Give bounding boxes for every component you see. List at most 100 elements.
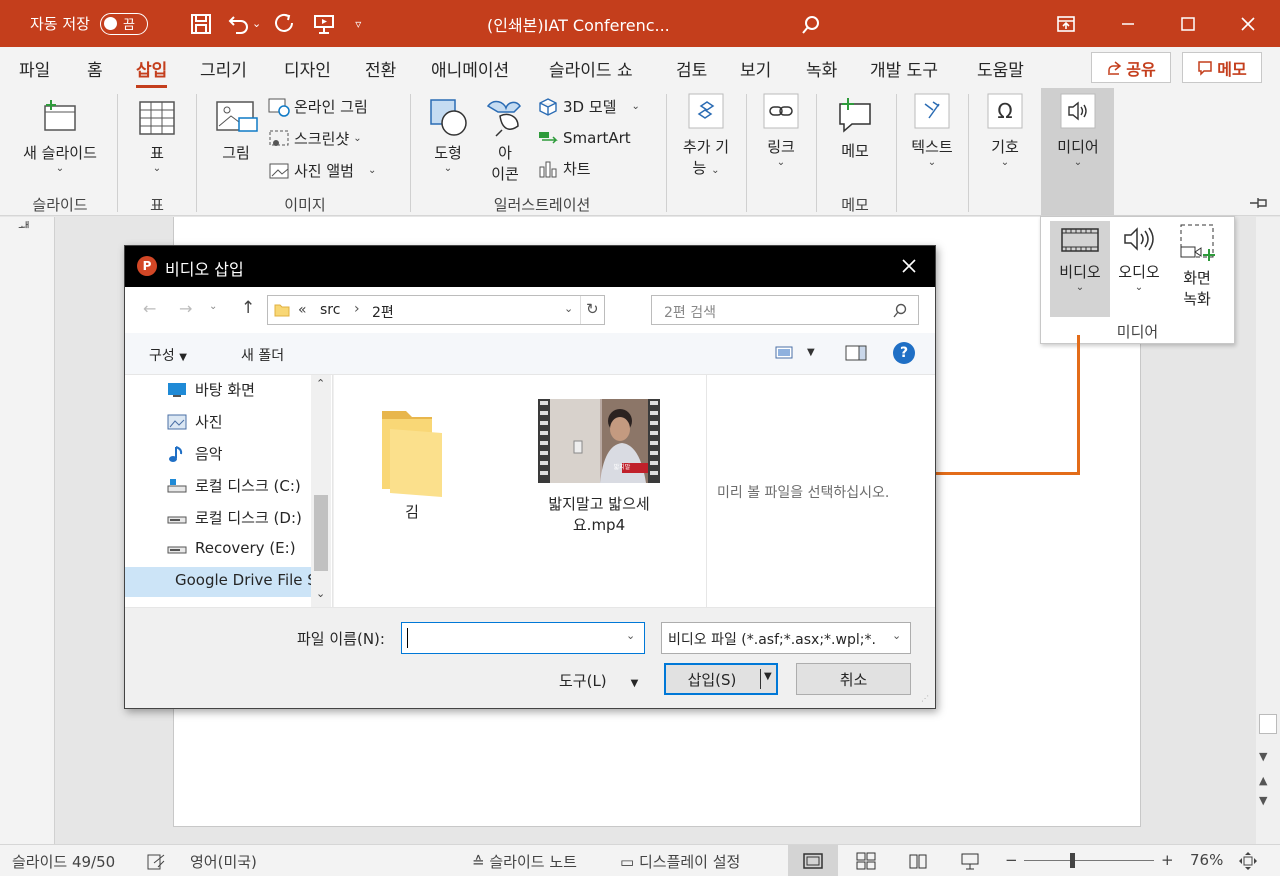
screenshot-button[interactable]: 스크린샷 ⌄ [268, 128, 362, 149]
zoom-level[interactable]: 76% [1190, 851, 1223, 869]
nav-scroll-down-icon[interactable]: ⌄ [316, 587, 325, 600]
zoom-in-icon[interactable]: + [1161, 851, 1174, 869]
video-file-item[interactable]: 밟지말 밟지말고 밟으세 요.mp4 [524, 389, 674, 535]
online-picture-button[interactable]: 온라인 그림 [268, 96, 368, 117]
tab-record[interactable]: 녹화 [806, 56, 837, 81]
tab-insert[interactable]: 삽입 [136, 56, 168, 88]
view-options-icon[interactable] [775, 345, 795, 361]
screen-recording-option[interactable]: 화면 녹화 [1169, 221, 1225, 309]
autosave-toggle[interactable]: 끔 [99, 12, 148, 35]
up-arrow-icon[interactable]: ↑ [241, 298, 255, 318]
nav-item-music[interactable]: 음악 [167, 443, 317, 464]
tab-animations[interactable]: 애니메이션 [431, 56, 509, 81]
address-dropdown-icon[interactable]: ⌄ [564, 302, 573, 315]
vertical-scrollbar[interactable]: ▼ ▲ ▼ [1256, 217, 1280, 844]
nav-item-local-disk-c[interactable]: 로컬 디스크 (C:) [167, 475, 317, 496]
audio-option[interactable]: 오디오 ⌄ [1111, 221, 1167, 293]
breadcrumb-src[interactable]: src [320, 302, 340, 318]
tab-home[interactable]: 홈 [87, 56, 103, 81]
icons-button[interactable]: 아 이콘 [482, 96, 528, 184]
folder-item[interactable]: 김 [362, 389, 462, 522]
close-icon[interactable] [1218, 0, 1278, 47]
nav-scroll-thumb[interactable] [314, 495, 328, 571]
spellcheck-icon[interactable] [146, 853, 166, 871]
pin-ribbon-icon[interactable] [1248, 196, 1270, 214]
back-arrow-icon[interactable]: ← [143, 299, 156, 318]
display-settings-button[interactable]: ▭ 디스플레이 설정 [620, 851, 740, 872]
slideshow-view-icon[interactable] [960, 852, 980, 870]
nav-item-desktop[interactable]: 바탕 화면 [167, 379, 317, 400]
filetype-select[interactable]: 비디오 파일 (*.asf;*.asx;*.wpl;*. ⌄ [661, 622, 911, 654]
help-icon[interactable]: ? [893, 342, 915, 364]
tab-transitions[interactable]: 전환 [365, 56, 396, 81]
tab-slideshow[interactable]: 슬라이드 쇼 [549, 56, 633, 81]
redo-icon[interactable] [267, 7, 301, 41]
tab-view[interactable]: 보기 [740, 56, 771, 81]
scroll-down-icon[interactable]: ▼ [1259, 750, 1267, 763]
comment-button[interactable]: 메모 [830, 96, 880, 161]
share-button[interactable]: 공유 [1091, 52, 1171, 83]
fit-to-window-icon[interactable] [1238, 851, 1258, 871]
addins-button[interactable]: 추가 기 능 ⌄ [676, 92, 736, 178]
shapes-button[interactable]: 도형 ⌄ [424, 96, 472, 174]
insert-button[interactable]: 삽입(S) ▼ [664, 663, 778, 695]
tools-button[interactable]: 도구(L) ▼ [559, 670, 638, 691]
chart-button[interactable]: 차트 [538, 158, 591, 179]
next-slide-icon[interactable]: ▼ [1259, 794, 1267, 807]
language-indicator[interactable]: 영어(미국) [190, 851, 257, 872]
tab-help[interactable]: 도움말 [977, 56, 1024, 81]
nav-item-local-disk-d[interactable]: 로컬 디스크 (D:) [167, 507, 317, 528]
customize-qat-icon[interactable]: ▿ [355, 17, 361, 31]
nav-item-recovery[interactable]: Recovery (E:) [167, 539, 317, 557]
save-icon[interactable] [184, 7, 218, 41]
tab-design[interactable]: 디자인 [284, 56, 331, 81]
thumbnail-pane[interactable]: ᅫ [0, 217, 55, 844]
undo-icon[interactable] [222, 7, 256, 41]
3d-models-button[interactable]: 3D 모델 ⌄ [538, 96, 640, 117]
search-icon[interactable] [794, 8, 828, 42]
nav-scroll-up-icon[interactable]: ⌃ [316, 377, 325, 390]
resize-grip-icon[interactable]: ⋰ [921, 694, 929, 703]
video-option[interactable]: 비디오 ⌄ [1050, 221, 1110, 293]
picture-button[interactable]: 그림 [210, 96, 262, 163]
address-bar[interactable]: « src › 2편 ⌄ ↻ [267, 295, 605, 325]
text-button[interactable]: 텍스트 ⌄ [906, 92, 958, 168]
smartart-button[interactable]: SmartArt [538, 128, 631, 148]
new-folder-button[interactable]: 새 폴더 [241, 345, 284, 365]
zoom-slider-thumb[interactable] [1070, 853, 1075, 868]
comments-button[interactable]: 메모 [1182, 52, 1262, 83]
slide-sorter-icon[interactable] [856, 852, 876, 870]
prev-slide-icon[interactable]: ▲ [1259, 774, 1267, 787]
nav-item-pictures[interactable]: 사진 [167, 411, 317, 432]
zoom-out-icon[interactable]: − [1005, 851, 1018, 869]
zoom-slider[interactable] [1024, 860, 1154, 861]
nav-item-google-drive[interactable]: Google Drive File Stream (G:) [167, 571, 317, 589]
photo-album-button[interactable]: 사진 앨범 ⌄ [268, 160, 376, 181]
reading-view-icon[interactable] [908, 852, 928, 870]
organize-button[interactable]: 구성 ▼ [149, 345, 187, 365]
present-from-start-icon[interactable] [307, 7, 341, 41]
media-button[interactable]: 미디어 ⌄ [1048, 92, 1108, 168]
filetype-dropdown-icon[interactable]: ⌄ [892, 629, 901, 642]
cancel-button[interactable]: 취소 [796, 663, 911, 695]
insert-dropdown-icon[interactable]: ▼ [764, 671, 772, 682]
scroll-thumb[interactable] [1259, 714, 1277, 734]
new-slide-button[interactable]: 새 슬라이드 ⌄ [14, 96, 106, 174]
minimize-icon[interactable] [1098, 0, 1158, 47]
tab-file[interactable]: 파일 [19, 56, 50, 81]
link-button[interactable]: 링크 ⌄ [756, 92, 806, 168]
table-button[interactable]: 표 ⌄ [133, 96, 181, 174]
breadcrumb-2pyeon[interactable]: 2편 [372, 302, 394, 322]
preview-pane-icon[interactable] [845, 345, 867, 361]
normal-view-icon[interactable] [803, 852, 823, 870]
nav-scrollbar[interactable]: ⌃ ⌄ [311, 375, 331, 607]
tab-review[interactable]: 검토 [676, 56, 707, 81]
view-dropdown-icon[interactable]: ▼ [807, 347, 815, 358]
forward-arrow-icon[interactable]: → [179, 299, 192, 318]
tab-developer[interactable]: 개발 도구 [870, 56, 938, 81]
notes-button[interactable]: ≙ 슬라이드 노트 [472, 851, 577, 872]
refresh-icon[interactable]: ↻ [586, 300, 599, 318]
recent-locations-icon[interactable]: ⌄ [209, 301, 217, 312]
filename-dropdown-icon[interactable]: ⌄ [626, 629, 635, 642]
tab-draw[interactable]: 그리기 [200, 56, 247, 81]
